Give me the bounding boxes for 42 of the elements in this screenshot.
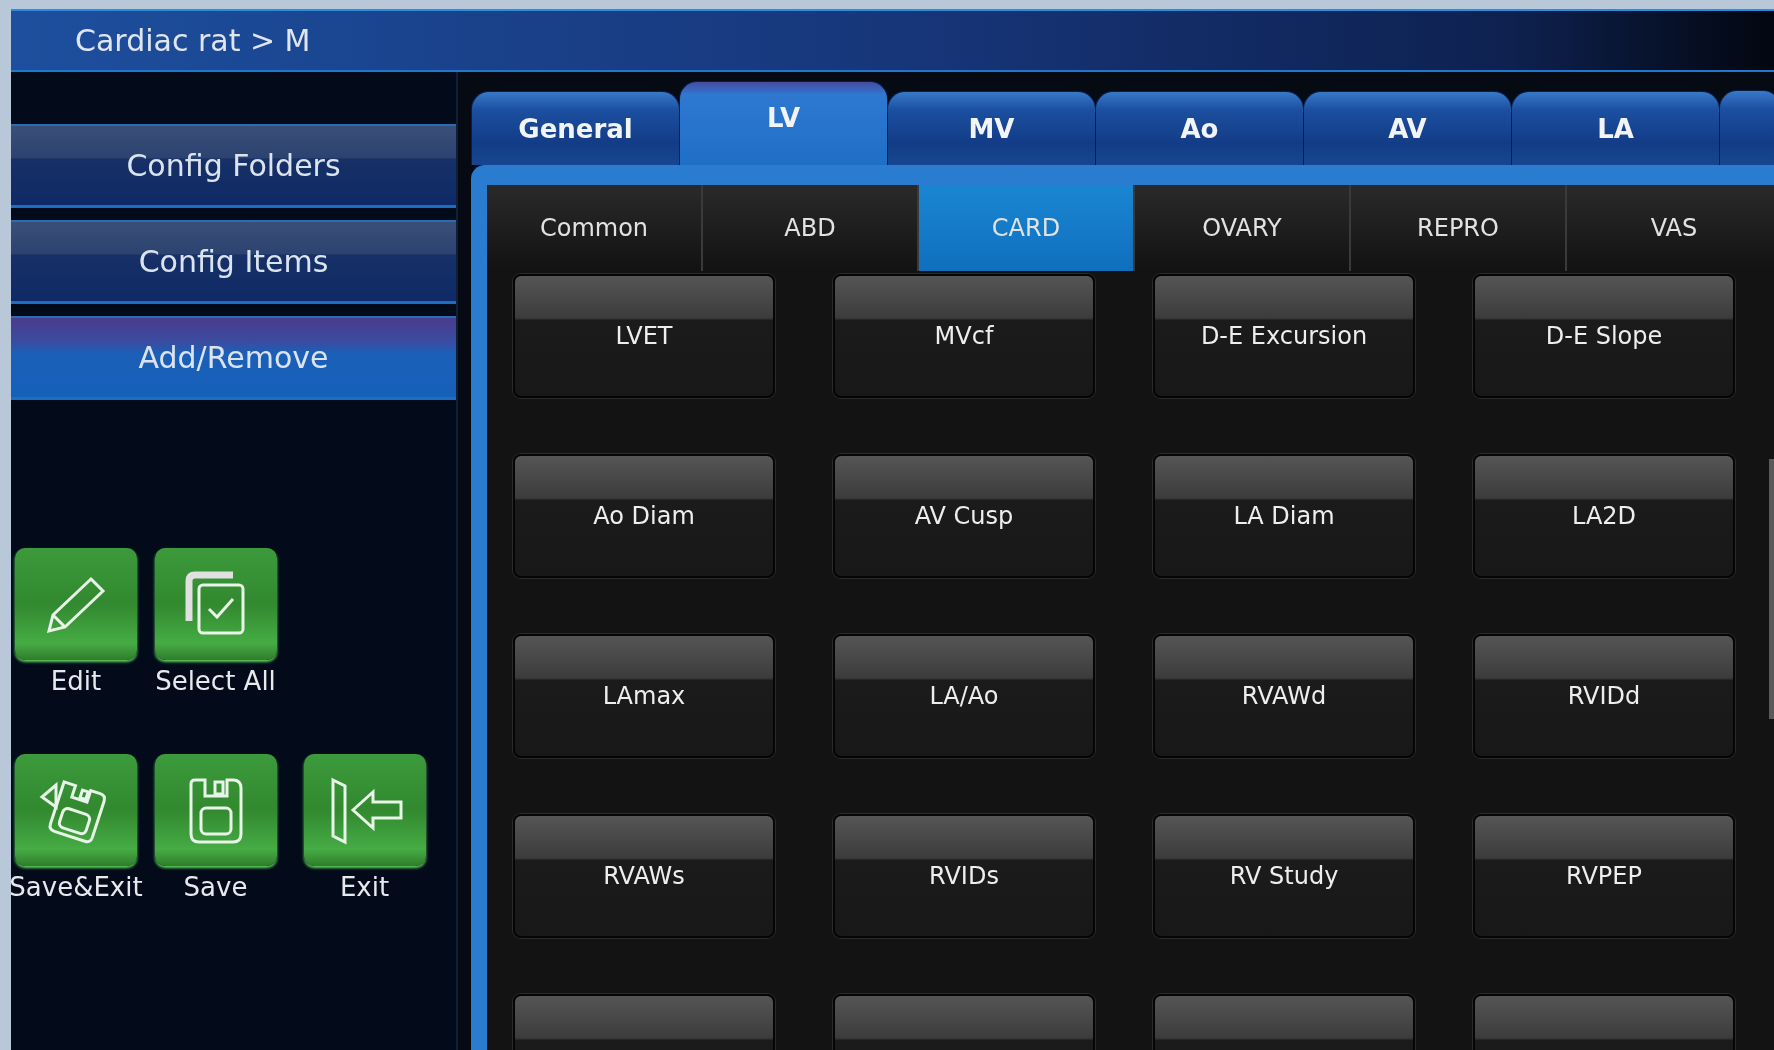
tab[interactable]: MV [887, 91, 1096, 165]
measurement-button[interactable]: D-E Slope [1473, 274, 1735, 398]
measurement-button[interactable]: RVPEP [1473, 814, 1735, 938]
action-label: Save [183, 872, 248, 902]
measurement-button[interactable]: RVIDd [1473, 634, 1735, 758]
subtab[interactable]: Common [487, 185, 703, 271]
sidebar-item[interactable]: Config Items [11, 220, 456, 304]
tab[interactable] [1719, 90, 1774, 165]
measurement-button[interactable]: LA/Ao [833, 634, 1095, 758]
tab[interactable]: LA [1511, 91, 1720, 165]
measurement-button[interactable]: LA2D [1473, 454, 1735, 578]
measurement-button[interactable]: Ao Diam [513, 454, 775, 578]
tab[interactable]: General [471, 91, 680, 165]
measurement-button[interactable]: RV Study [1153, 814, 1415, 938]
sidebar-item[interactable]: Add/Remove [11, 316, 456, 400]
action-button[interactable] [154, 754, 277, 866]
action-button[interactable] [15, 548, 137, 660]
action-label: Save&Exit [9, 872, 143, 902]
subtab[interactable]: REPRO [1351, 185, 1567, 271]
measurement-button[interactable]: AV Cusp [833, 454, 1095, 578]
measurement-button[interactable]: RVIDs [833, 814, 1095, 938]
sidebar-item[interactable]: Config Folders [11, 124, 456, 208]
tab[interactable]: AV [1303, 91, 1512, 165]
subtab[interactable]: OVARY [1135, 185, 1351, 271]
action-button[interactable] [154, 548, 277, 660]
action-button[interactable] [15, 754, 137, 866]
measurement-button[interactable]: RVAWd [1153, 634, 1415, 758]
tab[interactable]: LV [679, 81, 888, 165]
measurement-button[interactable]: RVAWs [513, 814, 775, 938]
action-label: Exit [339, 872, 390, 902]
action-label: Select All [155, 666, 276, 696]
measurement-button[interactable]: LA Diam [1153, 454, 1415, 578]
subtab[interactable]: ABD [703, 185, 919, 271]
measurement-button[interactable]: LAmax [513, 634, 775, 758]
scrollbar-thumb[interactable] [1769, 459, 1774, 719]
measurement-button[interactable]: D-E Excursion [1153, 274, 1415, 398]
measurement-button[interactable]: MVcf [833, 274, 1095, 398]
measurement-button[interactable]: LVET [513, 274, 775, 398]
action-button[interactable] [303, 754, 426, 866]
action-label: Edit [50, 666, 102, 696]
breadcrumb: Cardiac rat > M [75, 23, 311, 58]
tab[interactable]: Ao [1095, 91, 1304, 165]
